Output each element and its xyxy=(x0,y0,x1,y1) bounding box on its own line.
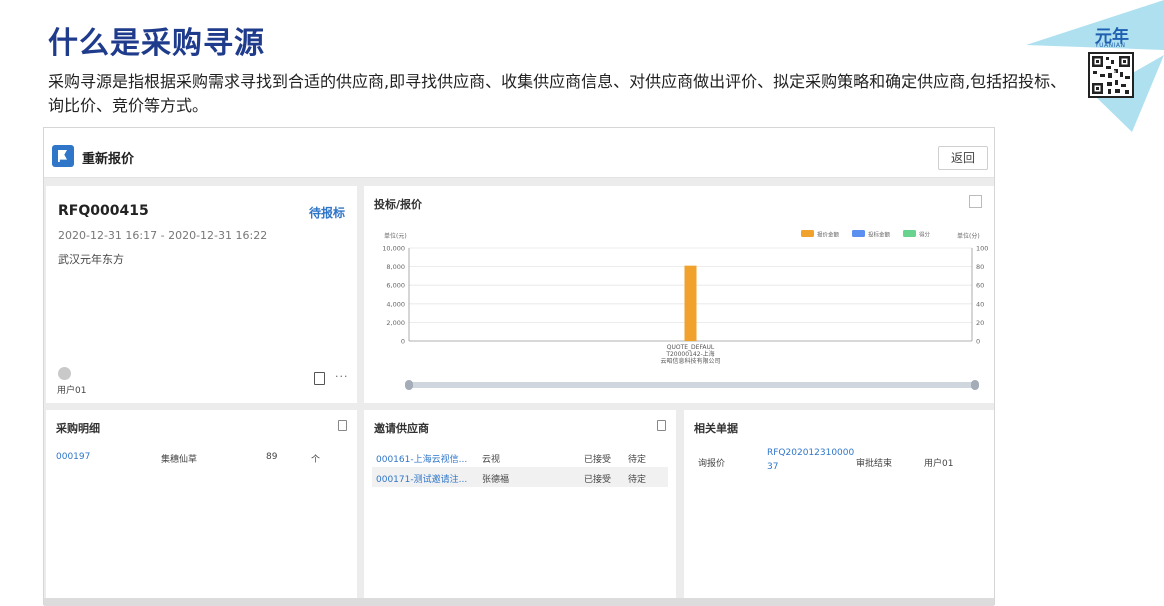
rfq-company: 武汉元年东方 xyxy=(58,253,124,266)
doc-user: 用户01 xyxy=(924,459,954,469)
y-tick-left: 6,000 xyxy=(386,282,405,290)
invited-suppliers-panel: 邀请供应商 000161-上海云视信... 云视 已接受 待定 000171-测… xyxy=(364,410,676,598)
qr-code-icon xyxy=(1088,52,1134,98)
flag-icon xyxy=(52,145,74,167)
legend-swatch xyxy=(801,230,814,237)
brand-logo-sub: YUANIAN xyxy=(1095,42,1126,49)
supplier-status: 待定 xyxy=(628,475,647,485)
purchase-detail-panel: 采购明细 000197 集穗仙草 89 个 xyxy=(46,410,357,598)
supplier-name: 张德福 xyxy=(482,475,510,485)
y-axis-right-label: 单位(分) xyxy=(957,232,980,240)
chart-scrollbar[interactable] xyxy=(405,380,979,390)
y-tick-right: 60 xyxy=(976,282,984,290)
legend-label: 投标金额 xyxy=(868,231,891,239)
rfq-info-panel: RFQ000415 待报标 2020-12-31 16:17 - 2020-12… xyxy=(46,186,357,403)
item-qty: 89 xyxy=(266,452,278,462)
user-name: 用户01 xyxy=(57,386,87,396)
bid-quote-chart: 单位(元) 单位(分) 10,000 100 8,000 80 6,000 60 4,000 40… xyxy=(382,230,988,365)
doc-number-line1[interactable]: RFQ202012310000 xyxy=(767,448,854,458)
rfq-time-range: 2020-12-31 16:17 - 2020-12-31 16:22 xyxy=(58,229,268,242)
rfq-number: RFQ000415 xyxy=(58,203,149,219)
y-tick-left: 8,000 xyxy=(386,263,405,271)
legend-label: 得分 xyxy=(919,231,931,239)
status-badge: 待报标 xyxy=(308,206,345,220)
related-documents-panel: 相关单据 询报价 RFQ202012310000 37 审批结束 用户01 xyxy=(684,410,994,598)
item-unit: 个 xyxy=(311,455,321,465)
y-tick-right: 20 xyxy=(976,319,984,327)
y-axis-left-label: 单位(元) xyxy=(384,232,407,240)
scroll-handle-left[interactable] xyxy=(405,380,413,390)
legend-swatch xyxy=(852,230,865,237)
y-tick-left: 2,000 xyxy=(386,319,405,327)
legend-label: 报价金额 xyxy=(817,231,840,239)
bar-报价金额 xyxy=(684,265,697,341)
avatar xyxy=(58,367,71,380)
doc-type: 询报价 xyxy=(698,459,726,469)
y-tick-right: 40 xyxy=(976,300,984,308)
x-tick-label: 云昭信息科技有限公司 xyxy=(660,357,720,365)
doc-number-line2[interactable]: 37 xyxy=(767,462,778,472)
item-name: 集穗仙草 xyxy=(161,455,198,465)
app-header: 重新报价 返回 xyxy=(44,128,994,178)
legend-swatch xyxy=(903,230,916,237)
scroll-handle-right[interactable] xyxy=(971,380,979,390)
back-button[interactable]: 返回 xyxy=(938,146,988,170)
x-tick-label: T20000142-上海 xyxy=(665,350,714,358)
y-tick-left: 4,000 xyxy=(386,300,405,308)
more-icon[interactable]: ··· xyxy=(335,370,349,383)
doc-state: 审批结束 xyxy=(856,459,893,469)
suppliers-title: 邀请供应商 xyxy=(374,422,429,435)
y-tick-right: 100 xyxy=(976,245,988,253)
supplier-accept: 已接受 xyxy=(584,455,612,465)
item-code[interactable]: 000197 xyxy=(56,452,90,462)
supplier-status: 待定 xyxy=(628,455,647,465)
supplier-code[interactable]: 000171-测试邀请注... xyxy=(376,472,467,485)
y-tick-left: 0 xyxy=(401,338,405,346)
supplier-accept: 已接受 xyxy=(584,475,612,485)
save-icon[interactable] xyxy=(314,372,325,385)
page-title: 重新报价 xyxy=(82,152,135,167)
y-tick-left: 10,000 xyxy=(382,245,405,253)
app-window: 重新报价 返回 RFQ000415 待报标 2020-12-31 16:17 -… xyxy=(43,127,995,606)
bid-quote-panel: 投标/报价 单位(元) 单位(分) 10,000 100 8,000 80 6,000 60 4… xyxy=(364,186,994,403)
y-tick-right: 0 xyxy=(976,338,980,346)
document-icon[interactable] xyxy=(657,420,666,431)
document-icon[interactable] xyxy=(338,420,347,431)
slide-description: 采购寻源是指根据采购需求寻找到合适的供应商,即寻找供应商、收集供应商信息、对供应… xyxy=(48,72,1067,115)
supplier-code[interactable]: 000161-上海云视信... xyxy=(376,452,467,465)
purchase-detail-title: 采购明细 xyxy=(56,422,100,435)
related-title: 相关单据 xyxy=(694,422,738,435)
slide-title: 什么是采购寻源 xyxy=(48,26,265,61)
supplier-name: 云视 xyxy=(482,455,501,465)
x-tick-label: QUOTE_DEFAUL xyxy=(667,344,715,351)
y-tick-right: 80 xyxy=(976,263,984,271)
